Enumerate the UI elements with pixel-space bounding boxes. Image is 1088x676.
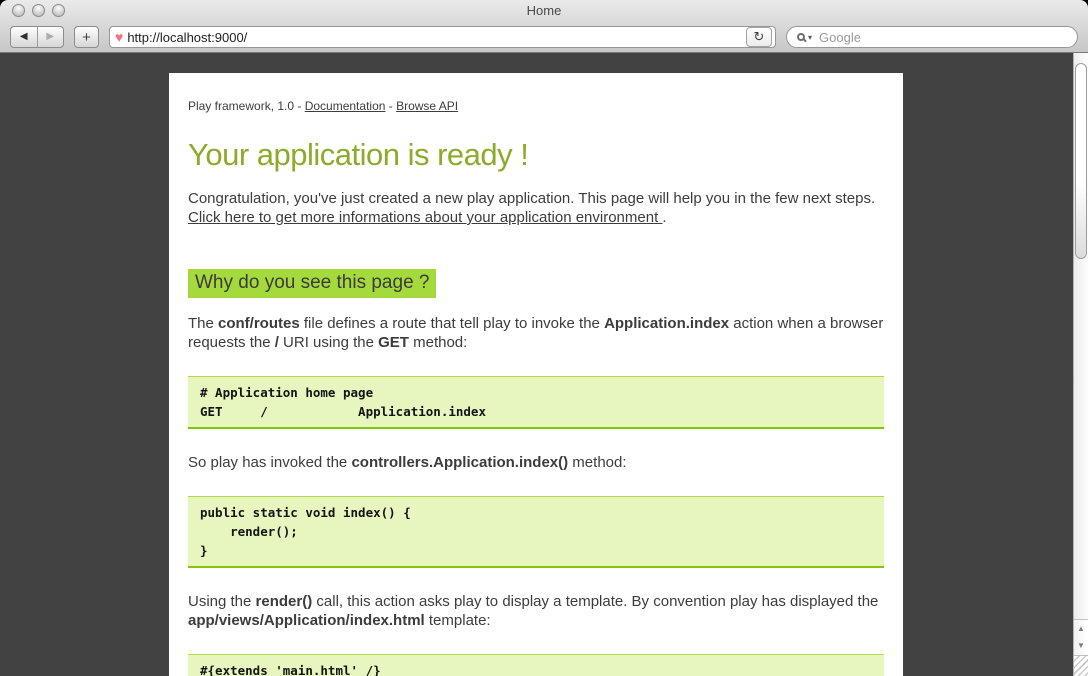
address-text: http://localhost:9000/ bbox=[127, 30, 746, 45]
forward-button[interactable]: ▶ bbox=[38, 27, 64, 47]
routes-code-block: # Application home page GET / Applicatio… bbox=[188, 376, 884, 429]
plus-icon: + bbox=[82, 29, 91, 46]
search-field[interactable]: ▾ Google bbox=[786, 26, 1078, 48]
link[interactable]: Documentation bbox=[305, 99, 386, 113]
text-segment: template: bbox=[425, 612, 491, 629]
back-button[interactable]: ◀ bbox=[11, 27, 38, 47]
text-segment: conf/routes bbox=[218, 315, 300, 332]
text-segment: file defines a route that tell play to i… bbox=[300, 315, 604, 332]
text-segment: app/views/Application/index.html bbox=[188, 612, 425, 629]
link[interactable]: Click here to get more informations abou… bbox=[188, 209, 662, 226]
text-segment: Play framework, 1.0 - bbox=[188, 99, 305, 113]
action-code-block: public static void index() { render(); } bbox=[188, 496, 884, 568]
text-segment: Application.index bbox=[604, 315, 729, 332]
invoked-paragraph: So play has invoked the controllers.Appl… bbox=[188, 453, 884, 472]
text-segment: render() bbox=[256, 593, 313, 610]
scroll-up-icon: ▲ bbox=[1077, 624, 1085, 633]
scroll-arrow-buttons: ▲ ▼ bbox=[1074, 619, 1088, 655]
text-segment: - bbox=[385, 99, 396, 113]
window-title: Home bbox=[0, 0, 1088, 22]
web-page: Play framework, 1.0 - Documentation - Br… bbox=[169, 73, 903, 676]
close-button[interactable] bbox=[12, 4, 25, 17]
search-placeholder: Google bbox=[819, 30, 861, 45]
template-paragraph: Using the render() call, this action ask… bbox=[188, 592, 884, 630]
forward-icon: ▶ bbox=[46, 31, 54, 42]
text-segment: GET bbox=[378, 334, 409, 351]
back-icon: ◀ bbox=[20, 31, 28, 42]
scrollbar-thumb[interactable] bbox=[1075, 63, 1087, 259]
text-segment: Congratulation, you've just created a ne… bbox=[188, 190, 875, 207]
toolbar: ◀ ▶ + ♥ http://localhost:9000/ ↻ ▾ Googl… bbox=[0, 22, 1088, 52]
text-segment: The bbox=[188, 315, 218, 332]
zoom-button[interactable] bbox=[52, 4, 65, 17]
address-bar[interactable]: ♥ http://localhost:9000/ ↻ bbox=[109, 26, 776, 48]
text-segment: Using the bbox=[188, 593, 256, 610]
viewport: Play framework, 1.0 - Documentation - Br… bbox=[0, 53, 1088, 676]
scroll-down-icon: ▼ bbox=[1077, 641, 1085, 650]
reload-button[interactable]: ↻ bbox=[746, 27, 772, 47]
section-heading: Why do you see this page ? bbox=[188, 269, 436, 298]
text-segment: method: bbox=[568, 454, 626, 471]
new-tab-button[interactable]: + bbox=[74, 26, 99, 48]
reload-icon: ↻ bbox=[754, 29, 765, 45]
text-segment: method: bbox=[409, 334, 467, 351]
browser-chrome: Home ◀ ▶ + ♥ http://localhost:9000/ ↻ ▾ … bbox=[0, 0, 1088, 53]
scrollbar-track[interactable]: ▲ ▼ bbox=[1073, 53, 1088, 676]
titlebar[interactable]: Home bbox=[0, 0, 1088, 22]
text-segment: So play has invoked the bbox=[188, 454, 351, 471]
resize-grip[interactable] bbox=[1074, 655, 1088, 676]
traffic-lights bbox=[12, 4, 65, 17]
scroll-up-button[interactable]: ▲ bbox=[1074, 620, 1088, 638]
routes-paragraph: The conf/routes file defines a route tha… bbox=[188, 314, 884, 352]
template-code-block: #{extends 'main.html' /} #{set title:'Ho… bbox=[188, 654, 884, 676]
text-segment: call, this action asks play to display a… bbox=[312, 593, 878, 610]
framework-meta-line: Play framework, 1.0 - Documentation - Br… bbox=[188, 99, 883, 113]
browser-window: Home ◀ ▶ + ♥ http://localhost:9000/ ↻ ▾ … bbox=[0, 0, 1088, 676]
search-scope-chevron-icon: ▾ bbox=[808, 33, 812, 42]
text-segment: controllers.Application.index() bbox=[351, 454, 568, 471]
heart-favicon-icon: ♥ bbox=[115, 30, 123, 44]
history-segmented-control: ◀ ▶ bbox=[10, 26, 64, 48]
minimize-button[interactable] bbox=[32, 4, 45, 17]
text-segment: . bbox=[662, 209, 666, 226]
search-icon bbox=[797, 33, 805, 41]
intro-paragraph: Congratulation, you've just created a ne… bbox=[188, 189, 884, 227]
page-title: Your application is ready ! bbox=[188, 137, 883, 173]
text-segment: URI using the bbox=[279, 334, 378, 351]
scroll-down-button[interactable]: ▼ bbox=[1074, 638, 1088, 656]
link[interactable]: Browse API bbox=[396, 99, 458, 113]
